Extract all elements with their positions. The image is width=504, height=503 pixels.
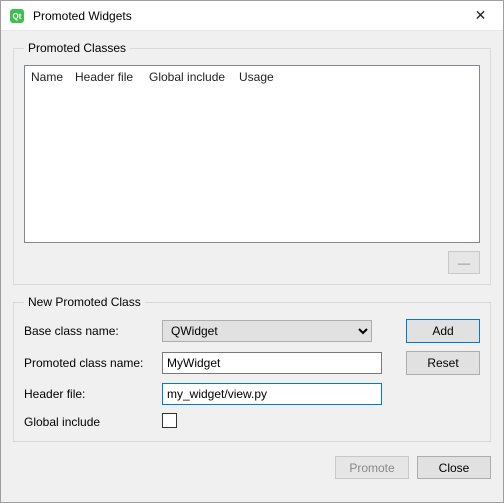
header-file-cell bbox=[162, 383, 382, 405]
table-header-row: Name Header file Global include Usage bbox=[25, 66, 479, 88]
close-icon: ✕ bbox=[475, 7, 487, 24]
new-class-form: Base class name: QWidget Add Promoted cl… bbox=[24, 319, 480, 431]
svg-text:Qt: Qt bbox=[13, 12, 22, 21]
promoted-classes-actions: — bbox=[24, 251, 480, 274]
client-area: Promoted Classes Name Header file Global… bbox=[1, 31, 503, 502]
add-cell: Add bbox=[390, 319, 480, 343]
header-file-label: Header file: bbox=[24, 387, 154, 401]
promoted-class-input[interactable] bbox=[162, 352, 382, 374]
reset-button[interactable]: Reset bbox=[406, 351, 480, 375]
close-dialog-button[interactable]: Close bbox=[417, 456, 491, 479]
new-promoted-class-group: New Promoted Class Base class name: QWid… bbox=[13, 295, 491, 442]
base-class-cell: QWidget bbox=[162, 320, 382, 342]
remove-button: — bbox=[448, 251, 480, 274]
dialog-footer: Promote Close bbox=[13, 452, 491, 479]
promoted-classes-table[interactable]: Name Header file Global include Usage bbox=[24, 65, 480, 243]
dialog-window: Qt Promoted Widgets ✕ Promoted Classes N… bbox=[0, 0, 504, 503]
base-class-label: Base class name: bbox=[24, 324, 154, 338]
add-button[interactable]: Add bbox=[406, 319, 480, 343]
app-icon: Qt bbox=[9, 8, 25, 24]
promoted-class-cell bbox=[162, 352, 382, 374]
promoted-classes-group: Promoted Classes Name Header file Global… bbox=[13, 41, 491, 285]
base-class-select[interactable]: QWidget bbox=[162, 320, 372, 342]
col-name[interactable]: Name bbox=[25, 66, 69, 88]
col-header-file[interactable]: Header file bbox=[69, 66, 143, 88]
window-title: Promoted Widgets bbox=[33, 9, 458, 23]
global-include-checkbox[interactable] bbox=[162, 413, 177, 428]
promoted-classes-legend: Promoted Classes bbox=[24, 41, 130, 55]
close-button[interactable]: ✕ bbox=[458, 1, 503, 30]
new-promoted-class-legend: New Promoted Class bbox=[24, 295, 145, 309]
global-include-label: Global include bbox=[24, 415, 154, 429]
header-file-input[interactable] bbox=[162, 383, 382, 405]
col-usage[interactable]: Usage bbox=[233, 66, 479, 88]
promoted-class-label: Promoted class name: bbox=[24, 356, 154, 370]
titlebar: Qt Promoted Widgets ✕ bbox=[1, 1, 503, 31]
global-include-cell bbox=[162, 413, 382, 431]
col-global-include[interactable]: Global include bbox=[143, 66, 233, 88]
reset-cell: Reset bbox=[390, 351, 480, 375]
promote-button: Promote bbox=[335, 456, 409, 479]
remove-icon: — bbox=[458, 256, 470, 270]
